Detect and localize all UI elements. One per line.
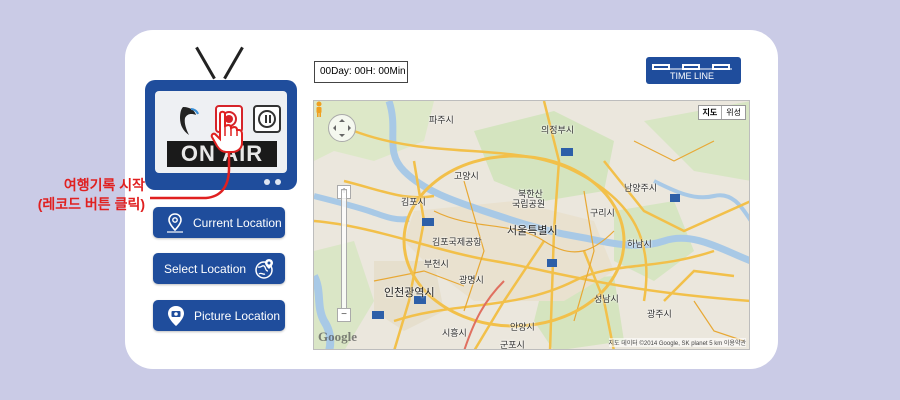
google-logo: Google	[318, 329, 357, 344]
pegman-icon[interactable]	[314, 101, 324, 117]
map-type-satellite[interactable]: 위성	[722, 106, 745, 119]
map-label-gunpo: 군포시	[500, 340, 525, 350]
timeline-button[interactable]: TIME LINE	[646, 57, 741, 84]
select-location-label: Select Location	[164, 261, 247, 276]
elapsed-timer: 00Day: 00H: 00Min	[314, 61, 408, 83]
map-label-guri: 구리시	[590, 208, 615, 218]
select-location-button[interactable]: Select Location	[153, 253, 285, 284]
current-location-label: Current Location	[193, 215, 282, 230]
map-label-anyang: 안양시	[510, 322, 535, 332]
map-label-namyangju: 남양주시	[624, 183, 658, 193]
globe-pin-icon	[252, 257, 276, 281]
zoom-slider[interactable]	[341, 189, 347, 317]
map-view[interactable]: 파주시 의정부시 고양시 북한산 국립공원 남양주시 김포시 구리시 김포국제공…	[313, 100, 750, 350]
map-label-gwangju: 광주시	[647, 309, 672, 319]
map-label-gimpo-airport: 김포국제공항	[432, 237, 482, 247]
hand-pointer-icon	[210, 110, 244, 159]
map-label-uijeongbu: 의정부시	[541, 125, 575, 135]
photo-pin-icon	[164, 304, 188, 328]
current-location-button[interactable]: Current Location	[153, 207, 285, 238]
annotation-text: 여행기록 시작 (레코드 버튼 클릭)	[0, 176, 145, 214]
zoom-out-button[interactable]: −	[337, 308, 351, 322]
map-attribution[interactable]: 지도 데이터 ©2014 Google, SK planet 5 km 이용약관	[608, 338, 746, 347]
map-label-bucheon: 부천시	[424, 259, 449, 269]
map-label-seongnam: 성남시	[594, 294, 619, 304]
picture-location-label: Picture Location	[194, 308, 281, 323]
map-label-paju: 파주시	[429, 115, 454, 125]
map-label-gwangmyeong: 광명시	[459, 275, 484, 285]
map-type-toggle[interactable]: 지도 위성	[697, 105, 746, 120]
location-pin-icon	[163, 211, 187, 235]
annotation-line-2: (레코드 버튼 클릭)	[37, 196, 145, 212]
pan-arrows-icon	[333, 119, 351, 137]
timeline-label: TIME LINE	[670, 71, 715, 81]
picture-location-button[interactable]: Picture Location	[153, 300, 285, 331]
map-label-seoul: 서울특별시	[507, 225, 558, 237]
map-pan-control[interactable]	[328, 114, 356, 142]
map-label-incheon: 인천광역시	[384, 287, 435, 299]
map-label-siheung: 시흥시	[442, 328, 467, 338]
map-label-goyang: 고양시	[454, 171, 479, 181]
map-label-hanam: 하남시	[627, 239, 652, 249]
annotation-line-1: 여행기록 시작	[63, 177, 145, 193]
map-label-gimpo: 김포시	[401, 197, 426, 207]
map-label-national-park: 국립공원	[512, 199, 546, 209]
map-type-map[interactable]: 지도	[699, 106, 723, 119]
